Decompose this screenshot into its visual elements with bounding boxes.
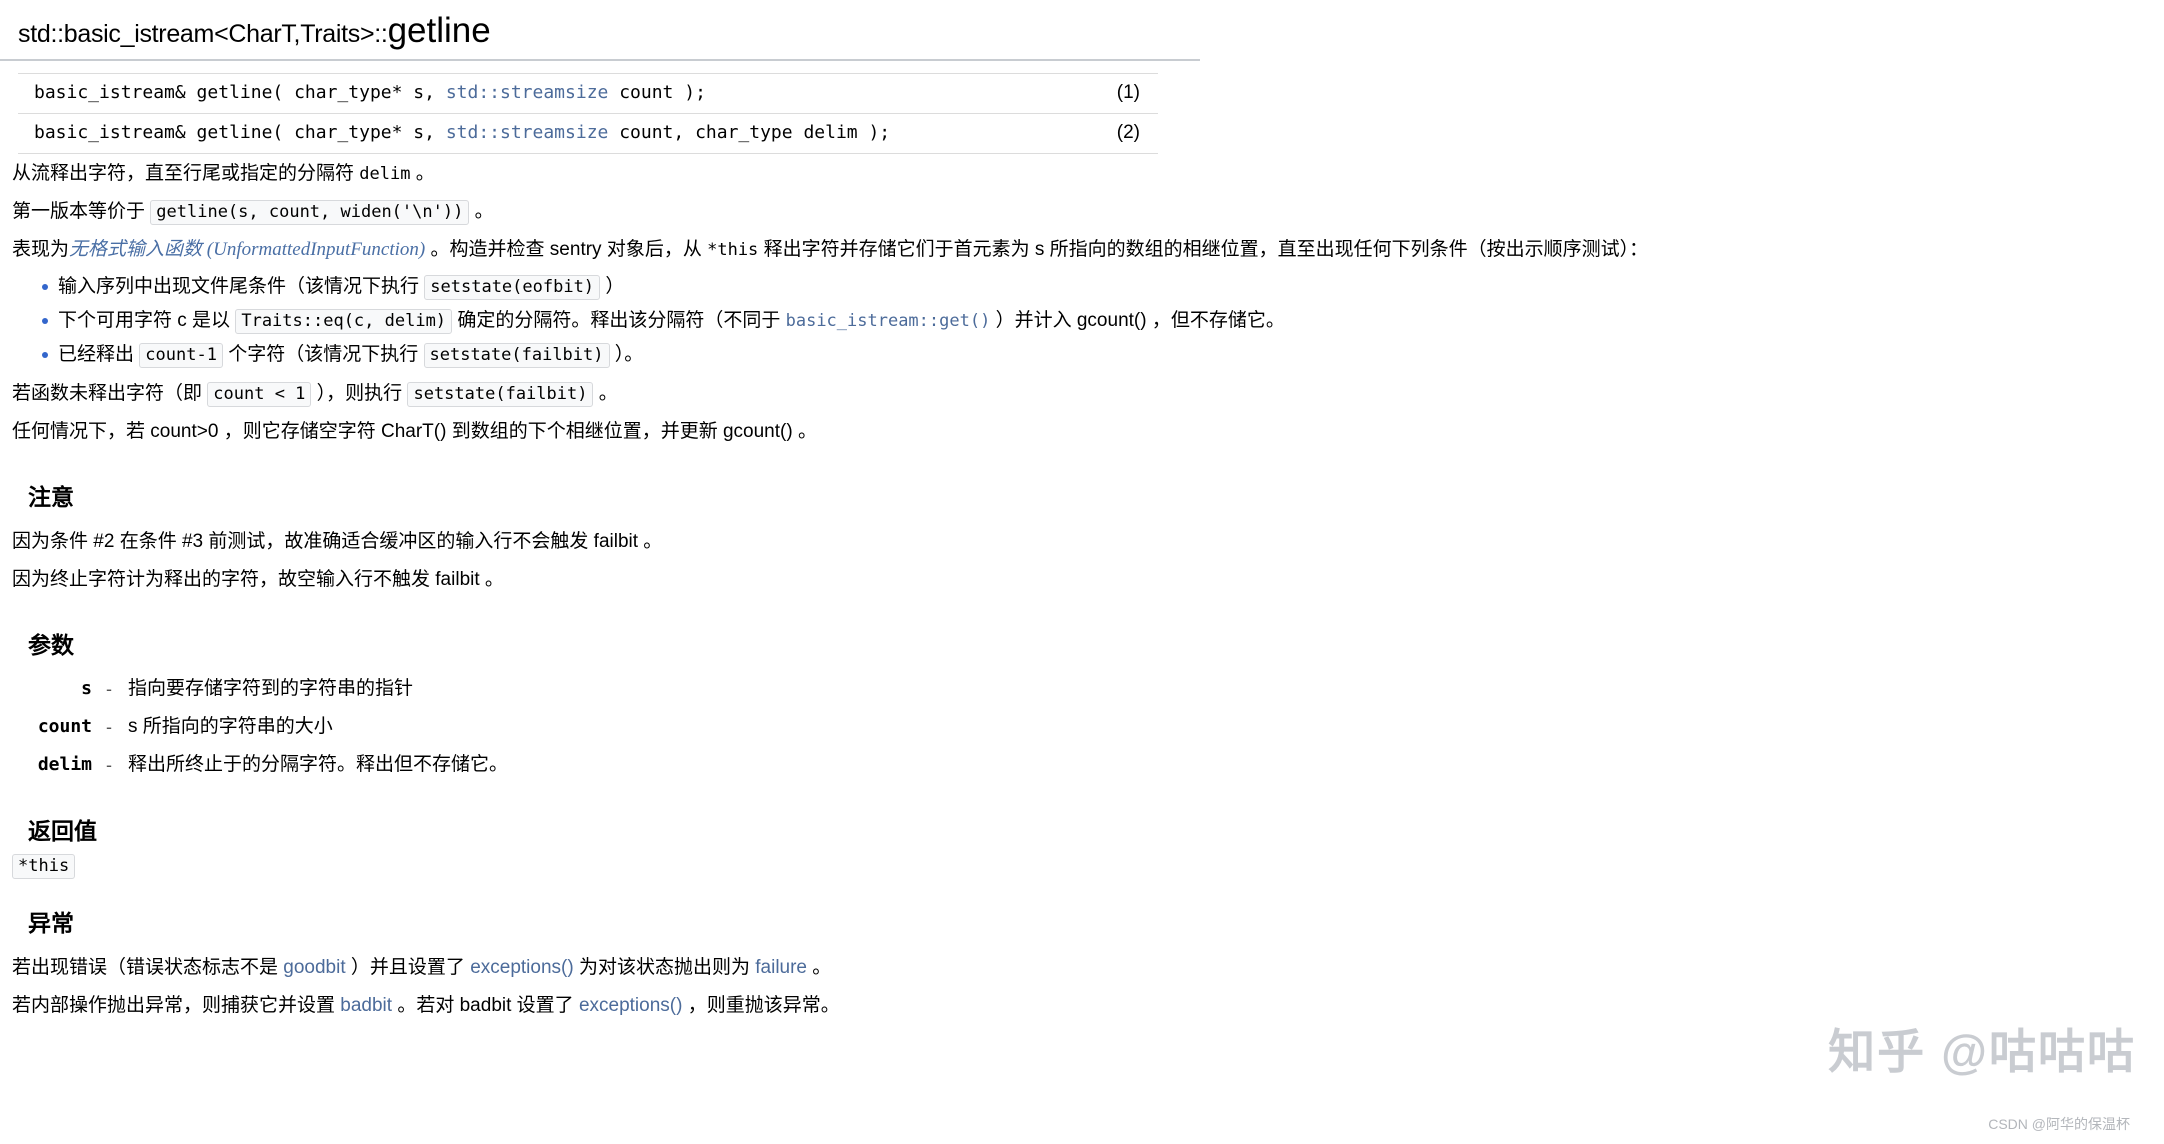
param-name: count xyxy=(37,716,92,737)
description-section: 从流释出字符，直至行尾或指定的分隔符 delim 。 第一版本等价于 getli… xyxy=(0,154,2164,450)
page-title-block: std::basic_istream<CharT,Traits>::getlin… xyxy=(0,0,1200,61)
exc-text: ）并且设置了 xyxy=(345,957,471,978)
signature-pre: basic_istream& getline( char_type* s, xyxy=(34,122,446,143)
signature-table: basic_istream& getline( char_type* s, st… xyxy=(18,73,1158,154)
signature-number: (2) xyxy=(1116,122,1140,143)
description-line-2: 第一版本等价于 getline(s, count, widen('\n')) 。 xyxy=(12,192,2164,230)
desc-text-post: 释出字符并存储它们于首元素为 s 所指向的数组的相继位置，直至出现任何下列条件（… xyxy=(758,239,1649,260)
badbit-link[interactable]: badbit xyxy=(340,995,392,1016)
this-code: *this xyxy=(707,240,759,260)
return-value-code: *this xyxy=(12,854,76,879)
exceptions-heading: 异常 xyxy=(28,910,74,936)
description-line-3: 表现为无格式输入函数 (UnformattedInputFunction) 。构… xyxy=(12,230,2164,268)
exc-text: 若出现错误（错误状态标志不是 xyxy=(12,957,284,978)
desc-text: 若函数未释出字符（即 xyxy=(12,383,208,404)
signature-pre: basic_istream& getline( char_type* s, xyxy=(34,82,446,103)
parameters-table: s - 指向要存储字符到的字符串的指针 count - s 所指向的字符串的大小… xyxy=(0,670,508,784)
exceptions-link[interactable]: exceptions() xyxy=(470,957,574,978)
signature-post: count ); xyxy=(608,82,706,103)
goodbit-link[interactable]: goodbit xyxy=(283,957,345,978)
desc-text-end: 。 xyxy=(469,201,494,222)
table-row: delim - 释出所终止于的分隔字符。释出但不存储它。 xyxy=(0,746,508,784)
list-item: 已经释出 count-1 个字符（该情况下执行 setstate(failbit… xyxy=(42,338,2164,372)
description-line-4: 若函数未释出字符（即 count < 1 ），则执行 setstate(fail… xyxy=(12,374,2164,412)
setstate-failbit-code: setstate(failbit) xyxy=(407,382,594,407)
setstate-eofbit-code: setstate(eofbit) xyxy=(424,275,601,300)
description-line-1: 从流释出字符，直至行尾或指定的分隔符 delim 。 xyxy=(12,154,2164,192)
param-description: 释出所终止于的分隔字符。释出但不存储它。 xyxy=(128,754,509,775)
count-minus-1-code: count-1 xyxy=(139,343,223,368)
failure-link[interactable]: failure xyxy=(755,957,807,978)
param-dash: - xyxy=(106,717,112,737)
cond-text-mid: 个字符（该情况下执行 xyxy=(222,344,424,365)
unformatted-input-function-link[interactable]: 无格式输入函数 (UnformattedInputFunction) xyxy=(69,239,425,260)
documentation-page: std::basic_istream<CharT,Traits>::getlin… xyxy=(0,0,2164,1144)
desc-text-mid: 。构造并检查 sentry 对象后，从 xyxy=(425,239,708,260)
param-description: s 所指向的字符串的大小 xyxy=(128,716,333,737)
notes-line-1: 因为条件 #2 在条件 #3 前测试，故准确适合缓冲区的输入行不会触发 fail… xyxy=(12,531,663,552)
conditions-list: 输入序列中出现文件尾条件（该情况下执行 setstate(eofbit) ） 下… xyxy=(12,270,2164,372)
signature-post: count, char_type delim ); xyxy=(608,122,891,143)
exceptions-link[interactable]: exceptions() xyxy=(579,995,683,1016)
cond-text-end: ） xyxy=(600,276,625,297)
desc-text-end: 。 xyxy=(593,383,618,404)
count-lt-1-code: count < 1 xyxy=(207,382,312,407)
list-item: 下个可用字符 c 是以 Traits::eq(c, delim) 确定的分隔符。… xyxy=(42,304,2164,338)
param-name: s xyxy=(81,678,92,699)
param-dash: - xyxy=(106,755,112,775)
exc-text: 。若对 badbit 设置了 xyxy=(392,995,579,1016)
table-row: count - s 所指向的字符串的大小 xyxy=(0,708,508,746)
notes-section: 因为条件 #2 在条件 #3 前测试，故准确适合缓冲区的输入行不会触发 fail… xyxy=(0,522,2164,598)
link-label-en: (UnformattedInputFunction) xyxy=(202,239,426,260)
title-qualifier: std::basic_istream<CharT,Traits>:: xyxy=(18,20,388,48)
exc-text: 为对该状态抛出则为 xyxy=(573,957,756,978)
cond-text-end: ）并计入 gcount() ，但不存储它。 xyxy=(990,310,1285,331)
return-value-heading: 返回值 xyxy=(28,818,97,844)
list-item: 输入序列中出现文件尾条件（该情况下执行 setstate(eofbit) ） xyxy=(42,270,2164,304)
return-value-section: *this xyxy=(12,854,2164,879)
delim-code: delim xyxy=(359,164,411,184)
credit-text: CSDN @阿华的保温杯 xyxy=(1988,1116,2130,1132)
description-line-5: 任何情况下，若 count>0 ，则它存储空字符 CharT() 到数组的下个相… xyxy=(12,421,817,442)
param-name: delim xyxy=(37,754,92,775)
streamsize-link[interactable]: std::streamsize xyxy=(446,82,609,103)
cond-text-end: ）。 xyxy=(609,344,644,365)
watermark: 知乎 @咕咕咕 xyxy=(1828,1025,2136,1078)
cond-text: 已经释出 xyxy=(58,344,140,365)
param-dash: - xyxy=(106,679,112,699)
desc-text: 第一版本等价于 xyxy=(12,201,151,222)
setstate-failbit-code: setstate(failbit) xyxy=(423,343,610,368)
signature-row: basic_istream& getline( char_type* s, st… xyxy=(18,113,1158,154)
desc-text-end: 。 xyxy=(410,163,435,184)
signature-code: basic_istream& getline( char_type* s, st… xyxy=(18,74,1004,114)
exc-text: 。 xyxy=(807,957,832,978)
traits-eq-code: Traits::eq(c, delim) xyxy=(235,309,453,334)
desc-text-mid: ），则执行 xyxy=(311,383,408,404)
exc-text: 若内部操作抛出异常，则捕获它并设置 xyxy=(12,995,341,1016)
signature-code: basic_istream& getline( char_type* s, st… xyxy=(18,114,1004,154)
getline-equiv-code: getline(s, count, widen('\n')) xyxy=(150,200,470,225)
notes-line-2: 因为终止字符计为释出的字符，故空输入行不触发 failbit 。 xyxy=(12,569,504,590)
link-label-cn: 无格式输入函数 xyxy=(69,239,203,260)
signature-row: basic_istream& getline( char_type* s, st… xyxy=(18,73,1158,114)
page-title: std::basic_istream<CharT,Traits>::getlin… xyxy=(18,10,1200,59)
desc-text: 从流释出字符，直至行尾或指定的分隔符 xyxy=(12,163,360,184)
basic-istream-get-link[interactable]: basic_istream::get() xyxy=(786,311,991,331)
cond-text-mid: 确定的分隔符。释出该分隔符（不同于 xyxy=(452,310,786,331)
signature-number: (1) xyxy=(1116,82,1140,103)
cond-text: 下个可用字符 c 是以 xyxy=(58,310,236,331)
exceptions-line-1: 若出现错误（错误状态标志不是 goodbit ）并且设置了 exceptions… xyxy=(12,948,2164,986)
notes-heading: 注意 xyxy=(28,484,74,510)
parameters-heading: 参数 xyxy=(28,632,74,658)
desc-text: 表现为 xyxy=(12,239,70,260)
param-description: 指向要存储字符到的字符串的指针 xyxy=(128,678,414,699)
title-name: getline xyxy=(387,11,491,50)
table-row: s - 指向要存储字符到的字符串的指针 xyxy=(0,670,508,708)
streamsize-link[interactable]: std::streamsize xyxy=(446,122,609,143)
cond-text: 输入序列中出现文件尾条件（该情况下执行 xyxy=(58,276,425,297)
exc-text: ，则重抛该异常。 xyxy=(682,995,840,1016)
